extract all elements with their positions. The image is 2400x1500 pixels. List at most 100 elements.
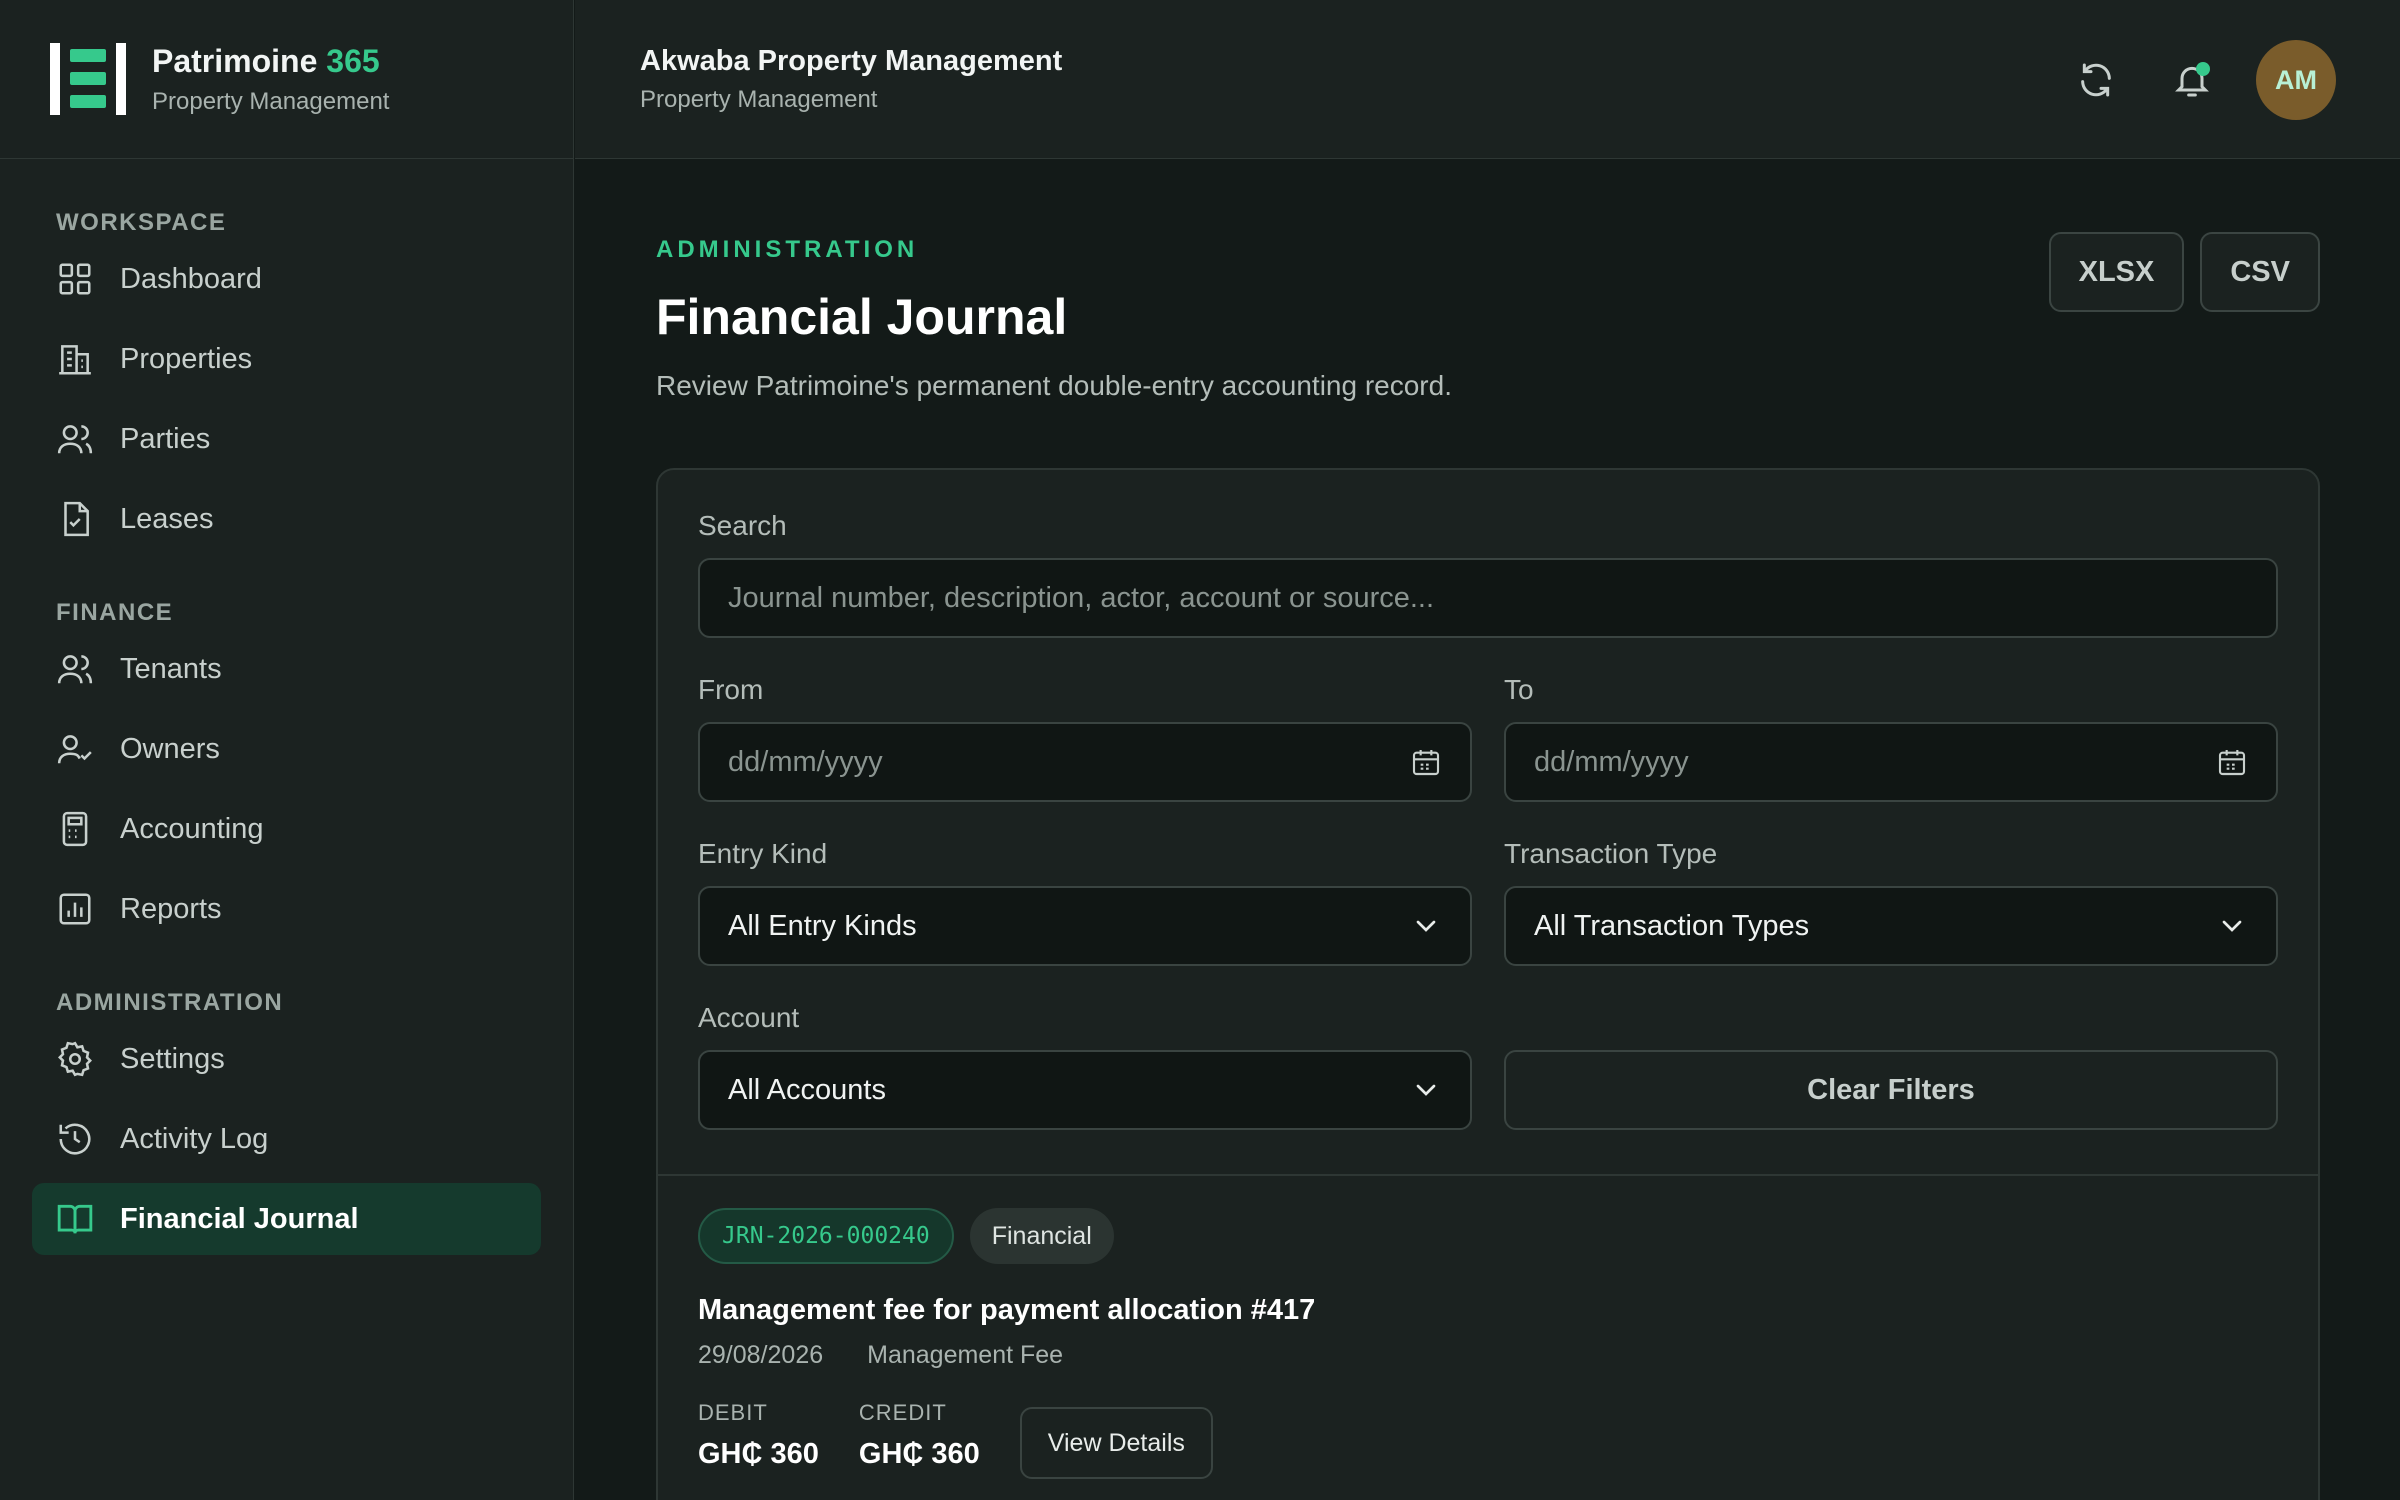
sidebar-item-activity-log[interactable]: Activity Log [32, 1103, 541, 1175]
transaction-type-value: All Transaction Types [1534, 909, 1810, 942]
sidebar-item-label: Leases [120, 502, 214, 535]
sidebar-item-label: Financial Journal [120, 1202, 359, 1235]
nav-heading: WORKSPACE [56, 209, 227, 236]
history-icon [59, 1123, 91, 1155]
notifications-button[interactable] [2162, 50, 2222, 110]
to-date-input[interactable]: dd/mm/yyyy [1504, 722, 2278, 802]
chevron-down-icon [2222, 920, 2242, 932]
entry-amounts: DEBIT GH₵ 360 CREDIT GH₵ 360 View Detail… [698, 1400, 2278, 1479]
account-label: Account [698, 1002, 800, 1033]
export-xlsx-button[interactable]: XLSX [2048, 232, 2185, 312]
page-title: Financial Journal [656, 289, 1068, 345]
nav-heading: FINANCE [56, 599, 174, 626]
sidebar-item-properties[interactable]: Properties [32, 323, 541, 395]
search-placeholder: Journal number, description, actor, acco… [728, 581, 1435, 614]
brand-name: Patrimoine 365 [152, 42, 380, 79]
entry-kind-select[interactable]: All Entry Kinds [698, 886, 1472, 966]
sidebar-item-label: Activity Log [120, 1122, 269, 1155]
page-description: Review Patrimoine's permanent double-ent… [656, 370, 1452, 401]
journal-number-badge: JRN-2026-000240 [698, 1208, 954, 1264]
sidebar-item-label: Settings [120, 1042, 225, 1075]
account-value: All Accounts [728, 1073, 886, 1106]
filters-panel: Search Journal number, description, acto… [658, 470, 2318, 1176]
credit-value: GH₵ 360 [858, 1438, 980, 1470]
entry-date: 29/08/2026 [698, 1341, 824, 1369]
entry-tags: JRN-2026-000240 Financial [698, 1208, 2278, 1264]
sidebar-item-owners[interactable]: Owners [32, 713, 541, 785]
brand-subtitle: Property Management [152, 88, 390, 116]
sidebar-item-label: Owners [120, 732, 220, 765]
sidebar-item-parties[interactable]: Parties [32, 403, 541, 475]
grid-icon [59, 263, 91, 295]
sidebar: Patrimoine 365 Property Management WORKS… [0, 0, 574, 1500]
sidebar-item-label: Properties [120, 342, 253, 375]
entry-kind-value: All Entry Kinds [728, 909, 917, 942]
nav-section-finance: FINANCE Tenants Owners Accounting Report… [32, 599, 541, 945]
sidebar-item-reports[interactable]: Reports [32, 873, 541, 945]
users-icon [57, 425, 93, 454]
search-input[interactable]: Journal number, description, actor, acco… [698, 558, 2278, 638]
notification-dot [2196, 62, 2210, 76]
sidebar-nav: WORKSPACE Dashboard Properties Parties L… [0, 159, 573, 1255]
clear-filters-button[interactable]: Clear Filters [1504, 1050, 2278, 1130]
entry-meta: 29/08/2026 Management Fee [698, 1341, 2278, 1370]
entry-kind-label: Entry Kind [698, 838, 828, 869]
nav-section-workspace: WORKSPACE Dashboard Properties Parties L… [32, 209, 541, 555]
from-placeholder: dd/mm/yyyy [728, 745, 883, 778]
refresh-icon [2081, 63, 2111, 97]
credit-label: CREDIT [858, 1400, 947, 1425]
avatar[interactable]: AM [2256, 40, 2336, 120]
calendar-icon[interactable] [1410, 746, 1442, 778]
sidebar-item-label: Accounting [120, 812, 264, 845]
main-content: ADMINISTRATION Financial Journal Review … [575, 160, 2400, 1500]
credit-amount: CREDIT GH₵ 360 [859, 1400, 980, 1471]
user-check-icon [57, 735, 92, 764]
top-header: Akwaba Property Management Property Mana… [575, 0, 2400, 159]
document-check-icon [64, 501, 89, 537]
export-csv-button[interactable]: CSV [2200, 232, 2320, 312]
sidebar-item-leases[interactable]: Leases [32, 483, 541, 555]
users-icon [57, 655, 93, 684]
search-label: Search [698, 510, 787, 541]
chevron-down-icon [1416, 1084, 1436, 1096]
from-label: From [698, 674, 764, 705]
nav-heading: ADMINISTRATION [56, 989, 284, 1016]
sidebar-item-accounting[interactable]: Accounting [32, 793, 541, 865]
sidebar-item-label: Reports [120, 892, 222, 925]
brand-name-accent: 365 [326, 42, 380, 79]
sidebar-item-settings[interactable]: Settings [32, 1023, 541, 1095]
to-label: To [1504, 674, 1534, 705]
brand[interactable]: Patrimoine 365 Property Management [0, 0, 573, 159]
entry-title: Management fee for payment allocation #4… [698, 1294, 1316, 1326]
debit-amount: DEBIT GH₵ 360 [698, 1400, 819, 1471]
view-details-button[interactable]: View Details [1019, 1407, 1213, 1479]
transaction-type-select[interactable]: All Transaction Types [1504, 886, 2278, 966]
export-group: XLSX CSV [2033, 232, 2320, 312]
journal-card: Search Journal number, description, acto… [656, 468, 2320, 1500]
journal-entry: JRN-2026-000240 Financial Management fee… [658, 1176, 2318, 1500]
company-subtitle: Property Management [640, 85, 878, 113]
book-icon [57, 1204, 93, 1234]
company-name: Akwaba Property Management [640, 44, 1063, 77]
page-eyebrow: ADMINISTRATION [656, 236, 919, 263]
to-placeholder: dd/mm/yyyy [1534, 745, 1689, 778]
account-select[interactable]: All Accounts [698, 1050, 1472, 1130]
refresh-button[interactable] [2066, 50, 2126, 110]
from-date-input[interactable]: dd/mm/yyyy [698, 722, 1472, 802]
header-actions: AM [2030, 40, 2336, 120]
chevron-down-icon [1416, 920, 1436, 932]
gear-icon [58, 1041, 92, 1077]
transaction-type-label: Transaction Type [1504, 838, 1718, 869]
debit-label: DEBIT [698, 1400, 768, 1425]
sidebar-item-label: Dashboard [120, 262, 262, 295]
building-icon [59, 345, 91, 375]
entry-type: Management Fee [867, 1341, 1064, 1369]
nav-section-administration: ADMINISTRATION Settings Activity Log Fin… [32, 989, 541, 1255]
sidebar-item-dashboard[interactable]: Dashboard [32, 243, 541, 315]
sidebar-item-label: Tenants [120, 652, 222, 685]
calculator-icon [62, 811, 88, 847]
calendar-icon[interactable] [2216, 746, 2248, 778]
logo-icon [50, 43, 126, 115]
sidebar-item-financial-journal[interactable]: Financial Journal [32, 1183, 541, 1255]
sidebar-item-tenants[interactable]: Tenants [32, 633, 541, 705]
